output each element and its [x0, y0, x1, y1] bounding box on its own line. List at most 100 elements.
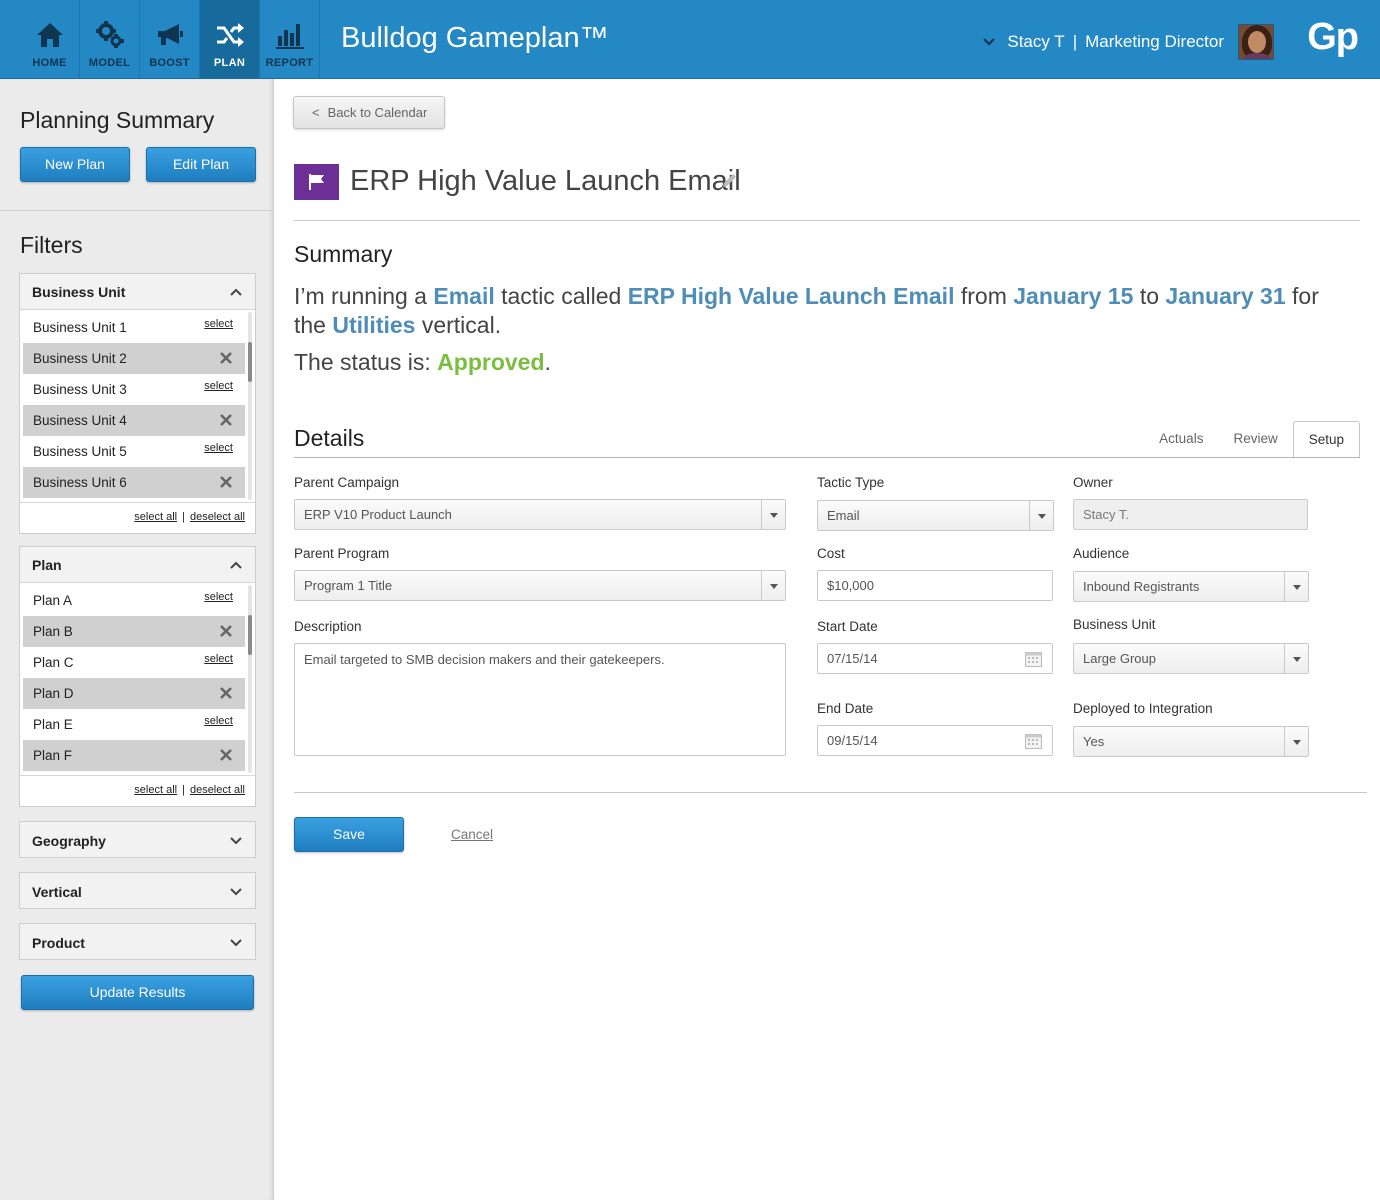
owner-field: Stacy T.: [1073, 499, 1308, 530]
nav-home[interactable]: HOME: [20, 0, 80, 78]
dropdown-caret-icon[interactable]: [761, 500, 785, 529]
dropdown-caret-icon[interactable]: [1029, 501, 1053, 530]
list-item-label: Plan D: [33, 686, 74, 701]
list-item[interactable]: Business Unit 3 select: [23, 374, 245, 405]
owner-label: Owner: [1073, 475, 1113, 490]
remove-icon[interactable]: [219, 748, 233, 762]
list-item-label: Business Unit 6: [33, 475, 127, 490]
filter-business-unit-header[interactable]: Business Unit: [20, 274, 255, 310]
pencil-icon[interactable]: [721, 173, 737, 189]
list-item[interactable]: Plan B: [23, 616, 245, 647]
status-text: .: [544, 349, 551, 375]
filter-geography[interactable]: Geography: [19, 821, 256, 858]
list-item[interactable]: Plan D: [23, 678, 245, 709]
list-item[interactable]: Plan F: [23, 740, 245, 771]
tab-setup[interactable]: Setup: [1292, 421, 1360, 458]
details-tabs: Actuals Review Setup: [1144, 421, 1360, 458]
remove-icon[interactable]: [219, 351, 233, 365]
filter-vertical[interactable]: Vertical: [19, 872, 256, 909]
dropdown-caret-icon[interactable]: [1284, 644, 1308, 673]
nav-report[interactable]: REPORT: [260, 0, 320, 78]
parent-campaign-select[interactable]: ERP V10 Product Launch: [294, 499, 786, 530]
back-to-calendar-button[interactable]: < Back to Calendar: [293, 96, 445, 129]
save-button[interactable]: Save: [294, 817, 404, 852]
parent-program-select[interactable]: Program 1 Title: [294, 570, 786, 601]
audience-select[interactable]: Inbound Registrants: [1073, 571, 1309, 602]
tactic-type-select[interactable]: Email: [817, 500, 1054, 531]
description-textarea[interactable]: Email targeted to SMB decision makers an…: [294, 643, 786, 756]
remove-icon[interactable]: [219, 413, 233, 427]
details-divider: [294, 457, 1360, 458]
select-link[interactable]: select: [204, 318, 233, 330]
cancel-link[interactable]: Cancel: [451, 827, 493, 842]
chevron-down-icon[interactable]: [229, 835, 243, 847]
nav-plan-label: PLAN: [213, 57, 246, 69]
filter-product-title: Product: [32, 935, 85, 951]
list-item[interactable]: Plan A select: [23, 585, 245, 616]
deployed-select[interactable]: Yes: [1073, 726, 1309, 757]
list-item[interactable]: Business Unit 6: [23, 467, 245, 498]
list-item[interactable]: Business Unit 4: [23, 405, 245, 436]
tab-review[interactable]: Review: [1218, 421, 1292, 458]
calendar-icon[interactable]: [1025, 651, 1042, 667]
select-all-link[interactable]: select all: [134, 784, 177, 796]
flag-icon: [309, 174, 324, 190]
chevron-up-icon[interactable]: [229, 559, 243, 571]
dropdown-caret-icon[interactable]: [761, 571, 785, 600]
select-all-link[interactable]: select all: [134, 511, 177, 523]
main-content: < Back to Calendar ERP High Value Launch …: [275, 79, 1380, 1200]
dropdown-caret-icon[interactable]: [1284, 727, 1308, 756]
deselect-all-link[interactable]: deselect all: [190, 784, 245, 796]
business-unit-value: Large Group: [1083, 651, 1156, 666]
new-plan-button[interactable]: New Plan: [20, 147, 130, 182]
select-link[interactable]: select: [204, 442, 233, 454]
chevron-down-icon[interactable]: [229, 937, 243, 949]
remove-icon[interactable]: [219, 475, 233, 489]
sidebar: Planning Summary New Plan Edit Plan Filt…: [0, 79, 274, 1200]
top-navigation-bar: HOME MODEL BOOST PLAN REPORT Bulldog Gam…: [0, 0, 1380, 79]
tab-actuals[interactable]: Actuals: [1144, 421, 1218, 458]
status-sentence: The status is: Approved.: [294, 349, 551, 376]
remove-icon[interactable]: [219, 624, 233, 638]
select-link[interactable]: select: [204, 380, 233, 392]
summary-text: tactic called: [494, 283, 628, 309]
select-link[interactable]: select: [204, 715, 233, 727]
end-date-input[interactable]: 09/15/14: [817, 725, 1053, 756]
filter-vertical-title: Vertical: [32, 884, 82, 900]
filter-product[interactable]: Product: [19, 923, 256, 960]
business-unit-select[interactable]: Large Group: [1073, 643, 1309, 674]
avatar[interactable]: [1238, 24, 1274, 60]
list-item[interactable]: Business Unit 1 select: [23, 312, 245, 343]
filter-plan-header[interactable]: Plan: [20, 547, 255, 583]
start-date-input[interactable]: 07/15/14: [817, 643, 1053, 674]
list-item[interactable]: Business Unit 2: [23, 343, 245, 374]
status-badge: Approved: [437, 349, 545, 375]
scrollbar[interactable]: [248, 615, 252, 655]
user-menu[interactable]: Stacy T | Marketing Director: [983, 22, 1274, 62]
scrollbar-track: [248, 585, 252, 773]
nav-plan[interactable]: PLAN: [200, 0, 260, 78]
business-unit-label: Business Unit: [1073, 617, 1156, 632]
update-results-button[interactable]: Update Results: [21, 975, 254, 1010]
nav-boost[interactable]: BOOST: [140, 0, 200, 78]
list-item[interactable]: Plan C select: [23, 647, 245, 678]
select-link[interactable]: select: [204, 591, 233, 603]
nav-model[interactable]: MODEL: [80, 0, 140, 78]
select-link[interactable]: select: [204, 653, 233, 665]
calendar-icon[interactable]: [1025, 733, 1042, 749]
list-item[interactable]: Plan E select: [23, 709, 245, 740]
chevron-down-icon[interactable]: [229, 886, 243, 898]
remove-icon[interactable]: [219, 686, 233, 700]
list-item-label: Plan A: [33, 593, 73, 608]
link-separator: |: [182, 511, 185, 523]
chevron-down-icon[interactable]: [983, 36, 996, 48]
scrollbar[interactable]: [248, 342, 252, 382]
edit-plan-button[interactable]: Edit Plan: [146, 147, 256, 182]
summary-text: to: [1133, 283, 1166, 309]
cost-input[interactable]: $10,000: [817, 570, 1053, 601]
chevron-up-icon[interactable]: [229, 286, 243, 298]
list-item[interactable]: Business Unit 5 select: [23, 436, 245, 467]
filter-plan-title: Plan: [32, 557, 62, 573]
dropdown-caret-icon[interactable]: [1284, 572, 1308, 601]
deselect-all-link[interactable]: deselect all: [190, 511, 245, 523]
